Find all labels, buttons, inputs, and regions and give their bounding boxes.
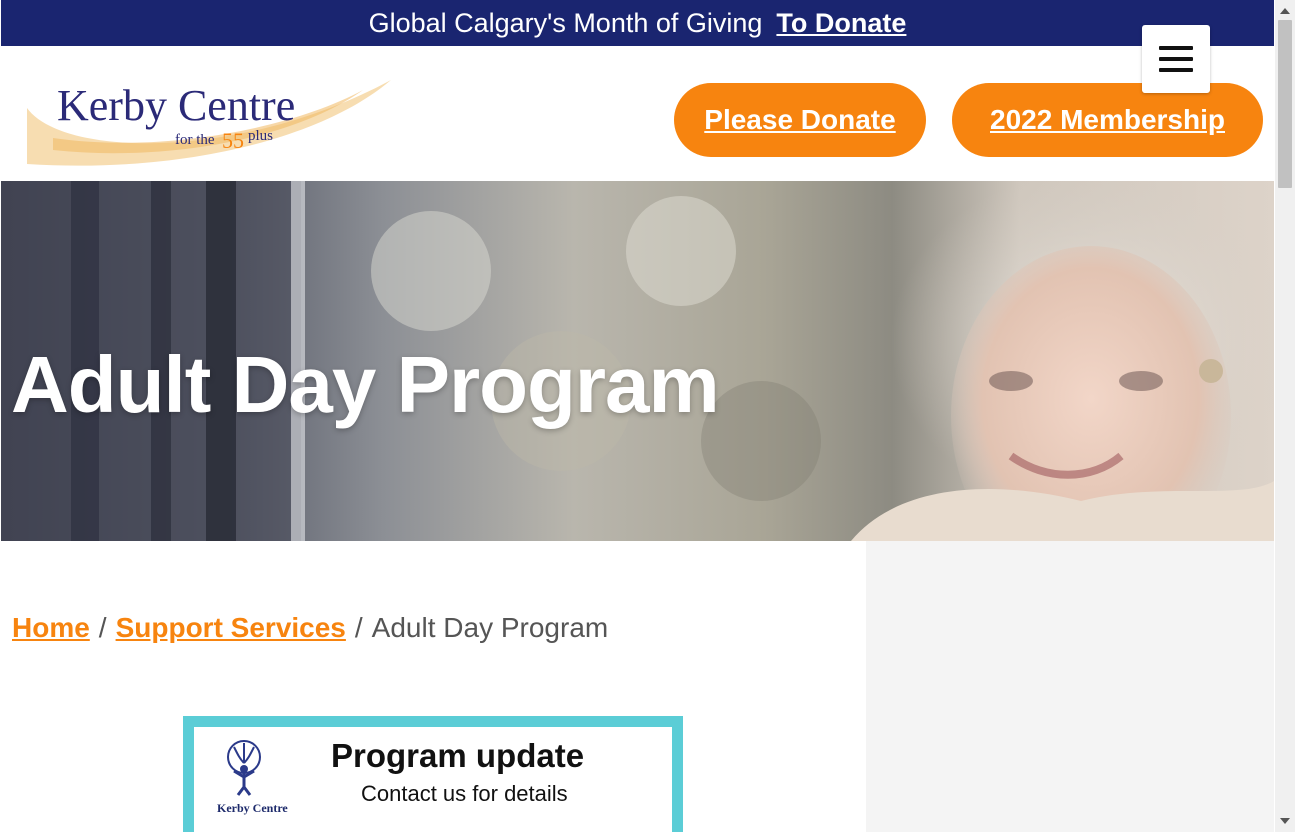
breadcrumb: Home / Support Services / Adult Day Prog… bbox=[12, 612, 608, 644]
membership-button[interactable]: 2022 Membership bbox=[952, 83, 1263, 157]
announcement-text: Global Calgary's Month of Giving bbox=[368, 7, 763, 38]
logo-name-text: Kerby Centre bbox=[57, 81, 295, 130]
breadcrumb-separator: / bbox=[98, 612, 107, 643]
logo-tagline-prefix: for the bbox=[175, 132, 215, 148]
scroll-down-icon[interactable] bbox=[1280, 818, 1290, 824]
hero-banner: Adult Day Program bbox=[1, 181, 1274, 541]
kerby-tree-icon bbox=[227, 740, 261, 796]
scroll-up-icon[interactable] bbox=[1280, 8, 1290, 14]
menu-button[interactable] bbox=[1142, 25, 1210, 93]
page-title: Adult Day Program bbox=[11, 340, 720, 429]
card-subtitle: Contact us for details bbox=[361, 781, 568, 806]
card-title: Program update bbox=[331, 737, 585, 774]
breadcrumb-support-services-link[interactable]: Support Services bbox=[116, 612, 346, 644]
kerby-centre-logo[interactable]: Kerby Centre for the 55 plus bbox=[23, 78, 395, 170]
announcement-bar: Global Calgary's Month of Giving To Dona… bbox=[1, 0, 1274, 46]
to-donate-link[interactable]: To Donate bbox=[776, 8, 906, 39]
program-update-card: Kerby Centre Program update Contact us f… bbox=[194, 727, 672, 832]
site-header: Kerby Centre for the 55 plus Please Dona… bbox=[1, 25, 1274, 181]
please-donate-button[interactable]: Please Donate bbox=[674, 83, 926, 157]
breadcrumb-separator: / bbox=[354, 612, 363, 643]
sidebar-panel bbox=[866, 541, 1274, 832]
scrollbar-thumb[interactable] bbox=[1278, 20, 1292, 188]
logo-tagline-suffix: plus bbox=[248, 128, 273, 144]
breadcrumb-home-link[interactable]: Home bbox=[12, 612, 90, 644]
hamburger-icon bbox=[1159, 46, 1193, 72]
logo-graphic: Kerby Centre for the 55 plus bbox=[27, 80, 391, 166]
program-update-image: Kerby Centre Program update Contact us f… bbox=[183, 716, 683, 832]
vertical-scrollbar[interactable] bbox=[1275, 0, 1295, 832]
card-logo-label: Kerby Centre bbox=[217, 801, 288, 815]
logo-tagline-number: 55 bbox=[222, 128, 244, 153]
breadcrumb-current: Adult Day Program bbox=[371, 612, 609, 643]
